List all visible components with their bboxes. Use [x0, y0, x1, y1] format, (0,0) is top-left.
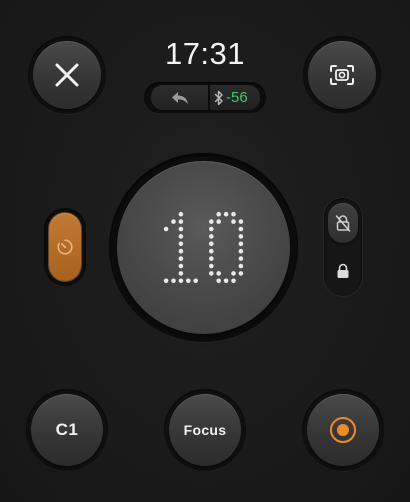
timer-toggle[interactable]	[49, 213, 81, 281]
unlocked-crossed-icon	[335, 215, 351, 232]
countdown-dot	[238, 256, 244, 261]
countdown-dot	[171, 219, 176, 224]
countdown-dot	[216, 211, 221, 217]
countdown-dot	[178, 271, 184, 276]
countdown-dot	[209, 263, 214, 269]
clock-time: 17:31	[164, 36, 246, 71]
countdown-dot	[209, 241, 214, 247]
countdown-dot	[231, 271, 236, 276]
countdown-dot	[231, 278, 236, 284]
bluetooth-icon	[214, 90, 223, 105]
countdown-dot	[178, 248, 184, 254]
bluetooth-signal-strength: -56	[226, 89, 248, 106]
countdown-dot	[209, 226, 214, 232]
countdown-dot	[209, 256, 214, 261]
unlock-option[interactable]	[328, 203, 358, 243]
record-icon	[330, 417, 356, 443]
countdown-dot	[238, 248, 244, 254]
countdown-dot	[209, 234, 214, 239]
countdown-dot	[216, 278, 221, 284]
close-button[interactable]	[33, 41, 101, 109]
countdown-dot	[238, 271, 244, 276]
countdown-dot	[178, 219, 184, 224]
focus-button[interactable]: Focus	[169, 394, 241, 466]
countdown-dot	[178, 256, 184, 261]
c1-button[interactable]: C1	[31, 394, 103, 466]
countdown-dot	[238, 226, 244, 232]
countdown-dot	[231, 219, 236, 224]
countdown-dot	[238, 263, 244, 269]
close-icon	[55, 63, 79, 87]
record-button[interactable]	[307, 394, 379, 466]
countdown-dot	[238, 241, 244, 247]
countdown-dot	[209, 219, 214, 224]
countdown-dot	[178, 241, 184, 247]
countdown-dot	[238, 219, 244, 224]
countdown-dot	[223, 211, 229, 217]
countdown-dot-matrix	[163, 211, 244, 284]
countdown-dot	[163, 226, 169, 232]
countdown-dot	[178, 278, 184, 284]
reply-arrow-icon	[171, 91, 188, 104]
reply-segment[interactable]	[151, 85, 208, 110]
screenshot-icon	[330, 65, 354, 85]
focus-button-label: Focus	[183, 422, 227, 438]
countdown-dot	[209, 248, 214, 254]
countdown-dot	[216, 219, 221, 224]
countdown-dot	[186, 278, 191, 284]
lock-icon	[337, 263, 349, 278]
countdown-dot	[193, 278, 198, 284]
countdown-dot	[231, 211, 236, 217]
screenshot-button[interactable]	[308, 41, 376, 109]
lock-option[interactable]	[328, 251, 358, 291]
countdown-dot	[223, 278, 229, 284]
bluetooth-segment: -56	[210, 85, 260, 110]
countdown-dot	[238, 234, 244, 239]
countdown-dot	[163, 278, 169, 284]
countdown-dot	[178, 234, 184, 239]
countdown-dot	[171, 278, 176, 284]
status-pill: -56	[144, 82, 266, 113]
countdown-dot	[178, 211, 184, 217]
countdown-dot	[178, 226, 184, 232]
camera-remote-screen: 17:31 -56 C1 Focus	[0, 0, 410, 502]
c1-button-label: C1	[55, 420, 79, 439]
shutter-dial[interactable]: 10	[117, 161, 290, 334]
countdown-dot	[216, 271, 221, 276]
timer-icon	[57, 239, 73, 255]
countdown-dot	[209, 271, 214, 276]
countdown-dot	[178, 263, 184, 269]
